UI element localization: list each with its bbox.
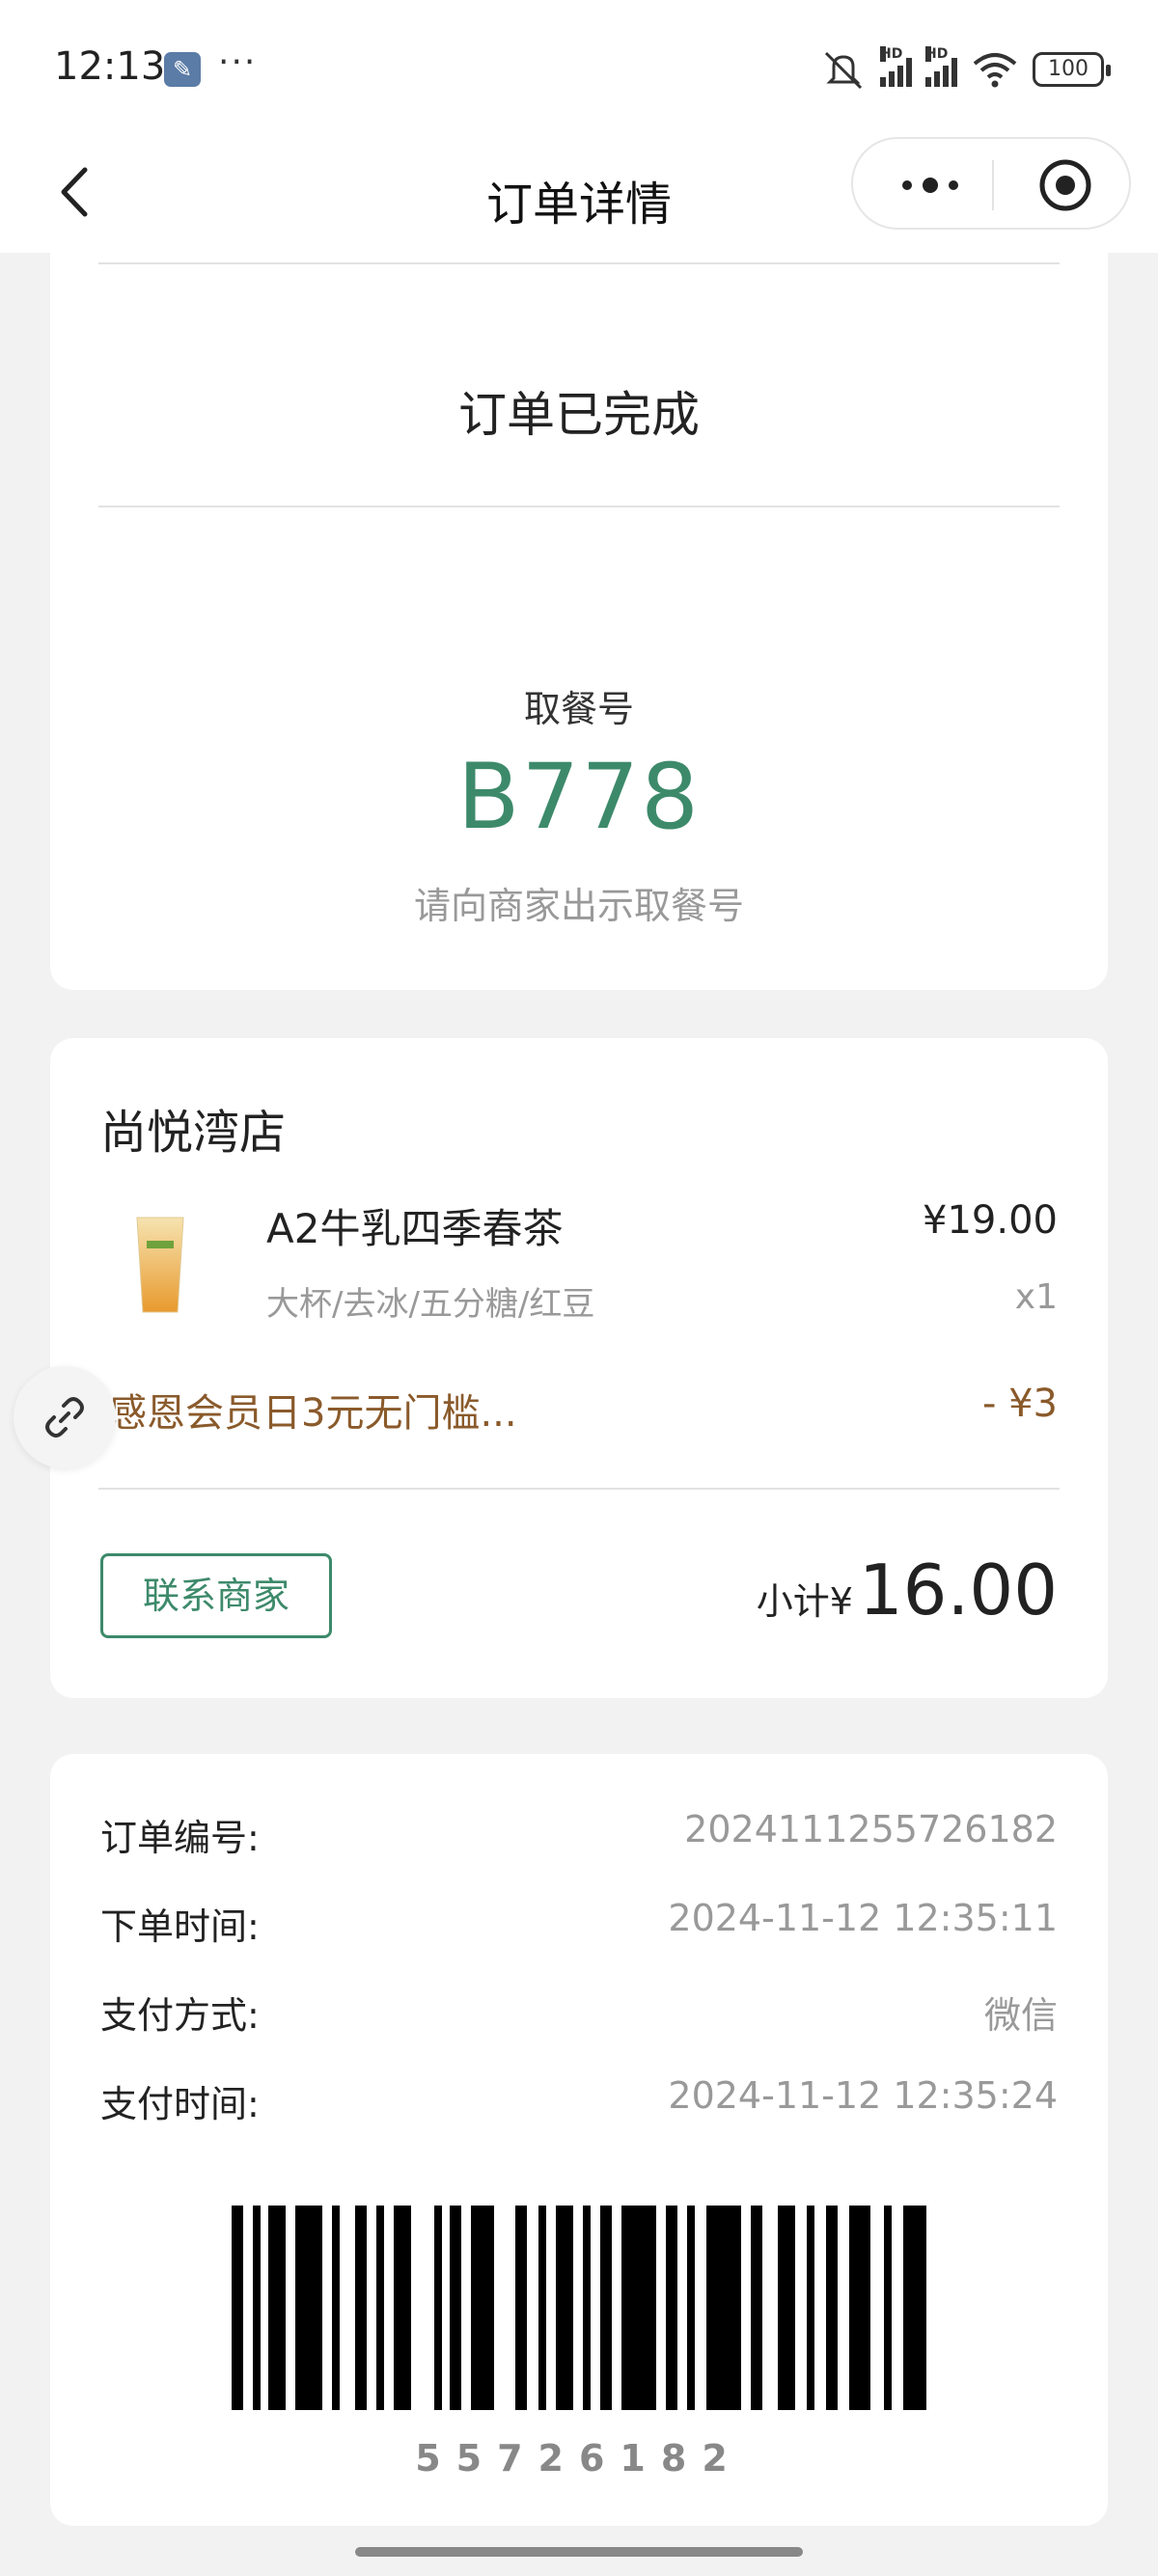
info-value: 2024111255726182	[684, 1808, 1058, 1850]
barcode-number: 55726182	[415, 2437, 743, 2480]
order-status-card: 订单已完成 取餐号 B778 请向商家出示取餐号	[50, 253, 1108, 990]
divider	[98, 262, 1060, 264]
subtotal-value: 16.00	[858, 1549, 1058, 1631]
wifi-icon	[973, 53, 1017, 88]
battery-icon: 100	[1033, 52, 1111, 87]
order-status-text: 订单已完成	[458, 387, 700, 443]
pickup-hint: 请向商家出示取餐号	[413, 885, 744, 927]
item-quantity: x1	[1014, 1277, 1058, 1317]
item-spec: 大杯/去冰/五分糖/红豆	[266, 1285, 595, 1324]
discount-amount: - ¥3	[981, 1382, 1058, 1426]
divider	[98, 1488, 1060, 1490]
info-row: 订单编号: 2024111255726182	[100, 1808, 1058, 1866]
pickup-number: B778	[457, 745, 701, 850]
order-info-card: 订单编号: 2024111255726182 下单时间: 2024-11-12 …	[50, 1754, 1108, 2526]
nav-bar: 订单详情	[0, 135, 1158, 253]
store-name: 尚悦湾店	[100, 1106, 287, 1160]
contact-merchant-button[interactable]: 联系商家	[100, 1553, 332, 1638]
more-icon[interactable]	[892, 158, 969, 212]
subtotal-label: 小计¥	[756, 1580, 853, 1623]
item-price: ¥19.00	[923, 1198, 1058, 1243]
pickup-label: 取餐号	[523, 688, 634, 730]
capsule-divider	[992, 160, 994, 210]
target-icon[interactable]	[1038, 158, 1092, 212]
discount-name: 感恩会员日3元无门槛...	[108, 1391, 517, 1436]
status-bar: 12:13 ✎ ··· HD HD 100	[0, 0, 1158, 135]
barcode-image	[232, 2206, 926, 2410]
mute-icon	[824, 51, 863, 90]
info-key: 订单编号:	[100, 1817, 260, 1859]
more-notifications-icon: ···	[218, 42, 258, 82]
info-key: 支付时间:	[100, 2083, 260, 2125]
order-items-card: 尚悦湾店 A2牛乳四季春茶 ¥19.00 大杯/去冰/五分糖/红豆 x1 感恩会…	[50, 1038, 1108, 1698]
item-name: A2牛乳四季春茶	[266, 1205, 564, 1252]
home-indicator	[355, 2547, 803, 2557]
info-key: 下单时间:	[100, 1905, 260, 1948]
info-value: 2024-11-12 12:35:24	[668, 2074, 1058, 2117]
product-thumbnail	[136, 1217, 184, 1313]
info-row: 支付时间: 2024-11-12 12:35:24	[100, 2074, 1058, 2132]
subtotal: 小计¥ 16.00	[757, 1549, 1058, 1631]
info-value: 2024-11-12 12:35:11	[668, 1897, 1058, 1939]
divider	[98, 506, 1060, 507]
status-time: 12:13	[54, 44, 166, 89]
signal-icon: HD	[880, 46, 912, 87]
link-icon	[45, 1397, 84, 1438]
status-icons: HD HD 100	[820, 46, 1111, 93]
info-row: 下单时间: 2024-11-12 12:35:11	[100, 1897, 1058, 1955]
mini-program-capsule	[851, 137, 1131, 230]
wrench-icon: ✎	[164, 52, 201, 87]
signal-icon-2: HD	[925, 46, 957, 87]
info-key: 支付方式:	[100, 1994, 260, 2037]
link-float-button[interactable]	[14, 1366, 116, 1468]
info-row: 支付方式: 微信	[100, 1986, 1058, 2043]
info-value: 微信	[983, 1994, 1058, 2037]
